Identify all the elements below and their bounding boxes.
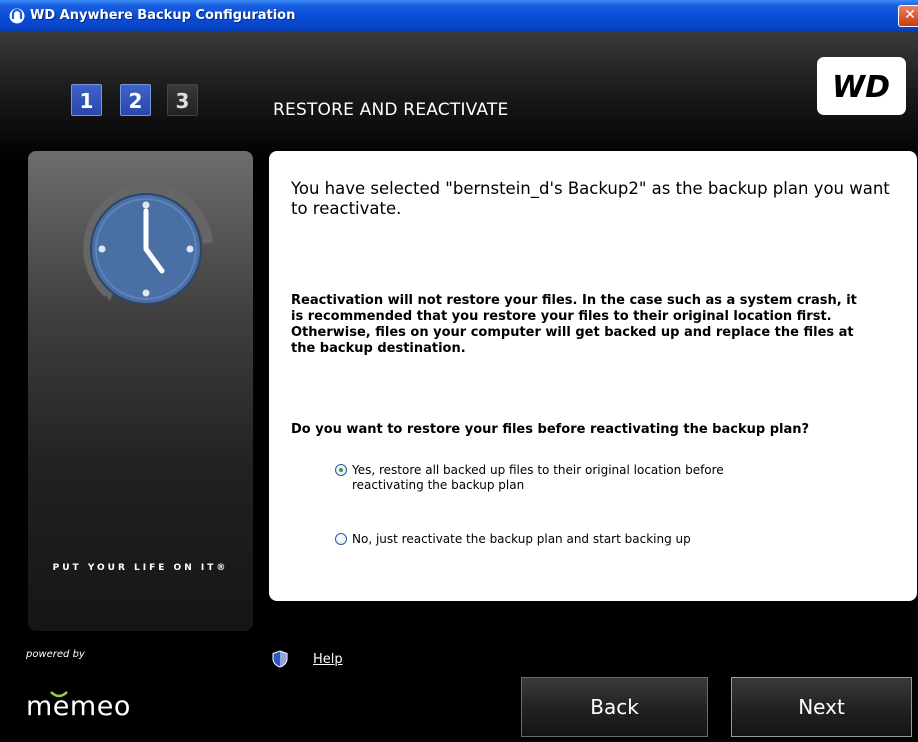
- main-area: 1 2 3 RESTORE AND REACTIVATE WD PUT YOUR…: [0, 31, 918, 742]
- clock-icon: [83, 183, 213, 305]
- close-button[interactable]: ✕: [898, 5, 918, 27]
- app-window: WD Anywhere Backup Configuration ✕ 1 2 3…: [0, 0, 918, 742]
- app-icon: [9, 8, 25, 24]
- step-3-indicator: 3: [167, 84, 198, 116]
- tagline: PUT YOUR LIFE ON IT®: [52, 563, 229, 573]
- selected-plan-text: You have selected "bernstein_d's Backup2…: [291, 179, 890, 218]
- title-bar: WD Anywhere Backup Configuration ✕: [0, 0, 918, 31]
- help-link[interactable]: Help: [313, 652, 343, 667]
- step-2-indicator: 2: [120, 84, 151, 116]
- section-title: RESTORE AND REACTIVATE: [273, 100, 509, 120]
- window-title: WD Anywhere Backup Configuration: [30, 8, 296, 23]
- side-panel: PUT YOUR LIFE ON IT®: [28, 151, 253, 631]
- wd-logo-text: WD: [832, 70, 890, 105]
- restore-yes-radio[interactable]: [335, 464, 347, 476]
- memeo-logo: memeo: [26, 691, 131, 722]
- wd-logo: WD: [817, 57, 906, 115]
- restore-question: Do you want to restore your files before…: [291, 422, 810, 437]
- restore-no-label[interactable]: No, just reactivate the backup plan and …: [352, 532, 752, 547]
- radio-selected-dot: [339, 468, 343, 472]
- back-button[interactable]: Back: [521, 677, 708, 737]
- next-button[interactable]: Next: [731, 677, 912, 737]
- reactivation-warning: Reactivation will not restore your files…: [291, 293, 857, 356]
- restore-yes-label[interactable]: Yes, restore all backed up files to thei…: [352, 463, 752, 493]
- help-shield-icon[interactable]: [272, 650, 288, 668]
- content-panel: You have selected "bernstein_d's Backup2…: [269, 151, 917, 601]
- step-1-indicator: 1: [71, 84, 102, 116]
- restore-no-radio[interactable]: [335, 533, 347, 545]
- powered-by-text: powered by: [26, 649, 85, 660]
